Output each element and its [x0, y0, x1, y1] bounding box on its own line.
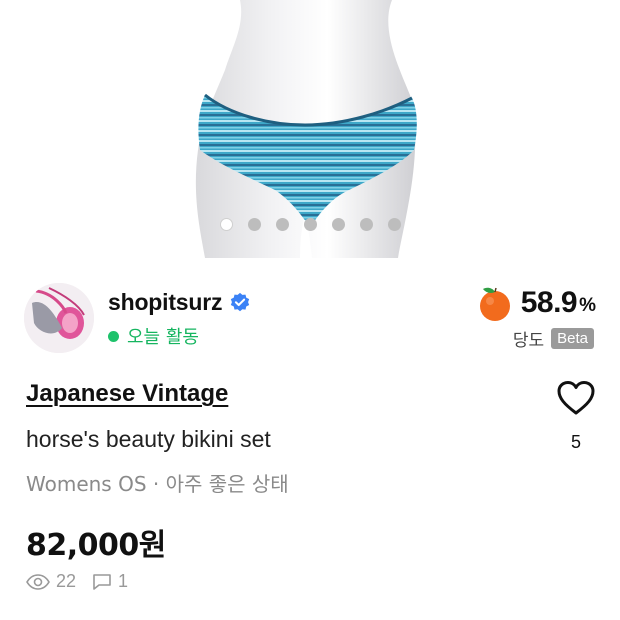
comment-count: 1: [118, 571, 129, 591]
pagination-dot[interactable]: [275, 218, 289, 231]
verified-check-icon: [231, 292, 250, 311]
view-count: 22: [56, 571, 77, 591]
sweetness-label: 당도: [512, 331, 545, 351]
sweetness-value: 58.9: [520, 286, 578, 319]
pagination-dot[interactable]: [359, 218, 373, 231]
sweetness-unit: %: [579, 295, 596, 316]
brand-link[interactable]: Japanese Vintage: [26, 380, 228, 408]
product-price: 82,000원: [26, 528, 166, 563]
image-pagination-dots[interactable]: [0, 218, 620, 231]
product-image[interactable]: [0, 0, 620, 258]
pagination-dot[interactable]: [247, 218, 261, 231]
orange-fruit-icon: [479, 287, 510, 321]
like-count: 5: [570, 432, 581, 452]
avatar-image: [24, 283, 94, 353]
avatar[interactable]: [24, 283, 94, 353]
beta-badge: Beta: [551, 328, 594, 349]
comment-icon: [93, 573, 111, 590]
pagination-dot[interactable]: [387, 218, 401, 231]
product-title: horse's beauty bikini set: [26, 426, 271, 452]
pagination-dot[interactable]: [219, 218, 233, 231]
sweetness-score[interactable]: 58.9 %: [475, 283, 596, 323]
product-meta: Womens OS · 아주 좋은 상태: [26, 472, 289, 496]
seller-activity: 오늘 활동: [127, 327, 199, 348]
heart-icon[interactable]: [556, 380, 596, 416]
pagination-dot[interactable]: [331, 218, 345, 231]
pagination-dot[interactable]: [303, 218, 317, 231]
seller-name[interactable]: shopitsurz: [108, 289, 222, 316]
online-status-dot: [108, 330, 119, 342]
listing-stats: 22 1: [26, 571, 128, 592]
eye-icon: [26, 573, 50, 590]
